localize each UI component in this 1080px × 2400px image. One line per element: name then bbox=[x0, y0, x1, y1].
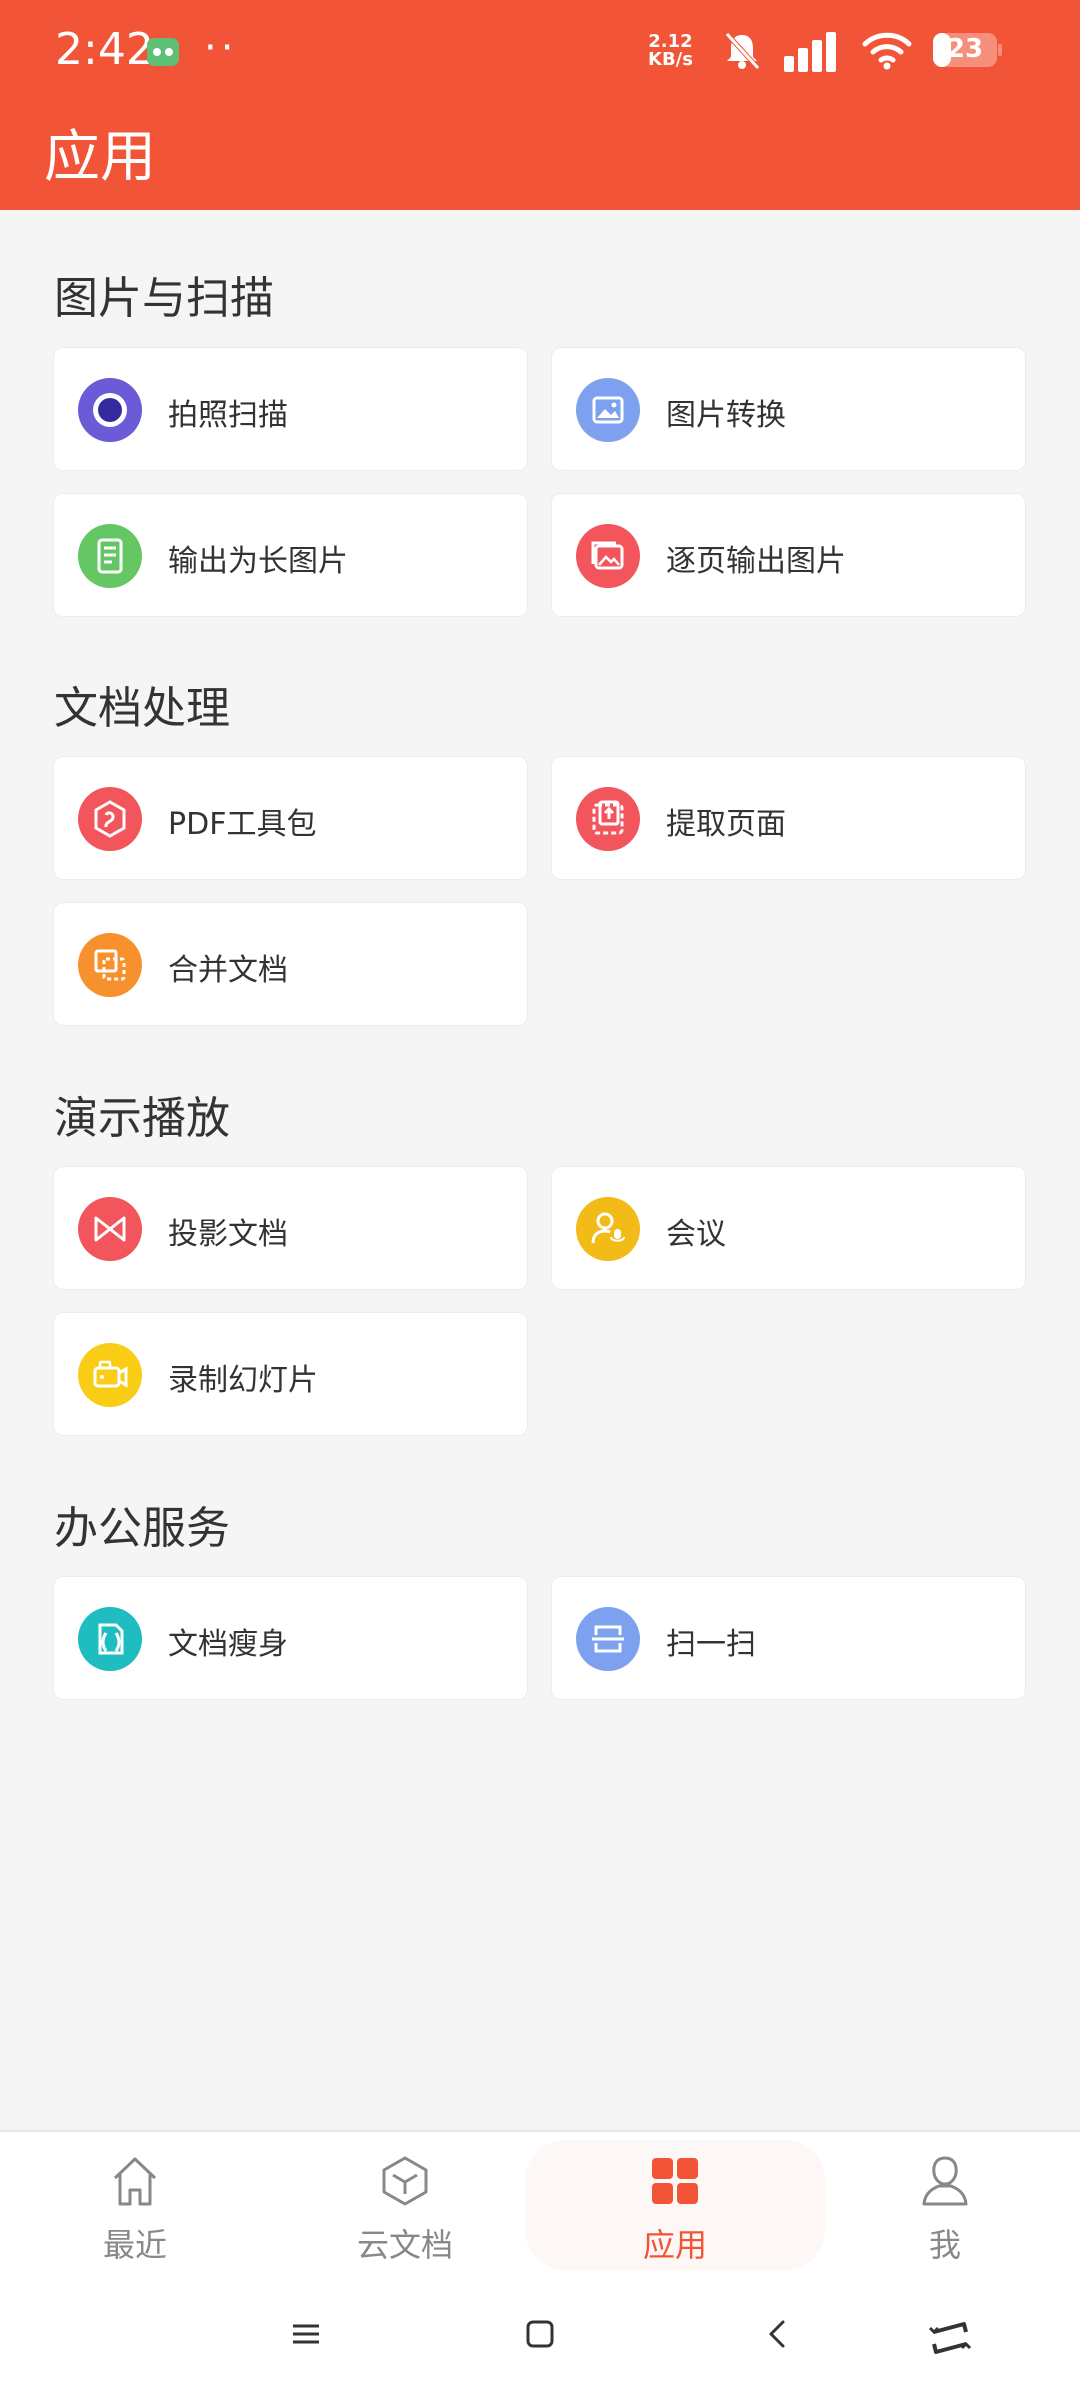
long-image-icon bbox=[78, 524, 142, 588]
app-card-label: 文档瘦身 bbox=[168, 1627, 288, 1662]
app-card-label: PDF工具包 bbox=[168, 807, 317, 842]
projection-icon bbox=[78, 1197, 142, 1261]
rotate-screen-icon[interactable] bbox=[926, 2318, 974, 2358]
section-title-presentation: 演示播放 bbox=[54, 1093, 230, 1144]
bottom-navigation: 最近 云文档 应用 我 bbox=[0, 2130, 1080, 2280]
menu-icon[interactable] bbox=[290, 2318, 322, 2350]
nav-tab-cloud-docs[interactable]: 云文档 bbox=[270, 2132, 540, 2282]
app-card-qr-scan[interactable]: 扫一扫 bbox=[551, 1576, 1026, 1700]
nav-label: 最近 bbox=[102, 2226, 167, 2264]
app-card-pdf-toolkit[interactable]: PDF工具包 bbox=[53, 756, 528, 880]
home-icon bbox=[113, 2157, 157, 2206]
signal-strength-icon bbox=[784, 32, 836, 72]
system-navigation-bar bbox=[0, 2280, 1080, 2400]
app-card-extract-page[interactable]: 提取页面 bbox=[551, 756, 1026, 880]
merge-doc-icon bbox=[78, 933, 142, 997]
nav-label: 我 bbox=[928, 2226, 961, 2264]
network-speed: 2.12 KB/s bbox=[648, 33, 693, 69]
game-controller-icon bbox=[147, 38, 179, 66]
app-card-label: 会议 bbox=[666, 1217, 726, 1252]
app-card-label: 投影文档 bbox=[168, 1217, 288, 1252]
nav-tab-recent[interactable]: 最近 bbox=[0, 2132, 270, 2282]
image-convert-icon bbox=[576, 378, 640, 442]
app-card-meeting[interactable]: 会议 bbox=[551, 1166, 1026, 1290]
qr-scan-icon bbox=[576, 1607, 640, 1671]
app-card-merge-doc[interactable]: 合并文档 bbox=[53, 902, 528, 1026]
network-speed-unit: KB/s bbox=[648, 49, 693, 70]
section-title-office-services: 办公服务 bbox=[54, 1503, 230, 1554]
page-images-icon bbox=[576, 524, 640, 588]
header-bar: 2:42 ·· 2.12 KB/s 23 应用 bbox=[0, 0, 1080, 210]
app-card-label: 扫一扫 bbox=[666, 1627, 756, 1662]
nav-label: 云文档 bbox=[356, 2226, 453, 2264]
battery-level: 23 bbox=[946, 34, 984, 64]
camera-scan-icon bbox=[78, 378, 142, 442]
app-card-page-images[interactable]: 逐页输出图片 bbox=[551, 493, 1026, 617]
app-card-long-image[interactable]: 输出为长图片 bbox=[53, 493, 528, 617]
nav-tab-apps[interactable]: 应用 bbox=[540, 2132, 810, 2282]
meeting-icon bbox=[576, 1197, 640, 1261]
app-card-label: 提取页面 bbox=[666, 807, 786, 842]
page-title: 应用 bbox=[44, 125, 156, 190]
app-card-camera-scan[interactable]: 拍照扫描 bbox=[53, 347, 528, 471]
back-icon[interactable] bbox=[762, 2318, 794, 2350]
home-button-icon[interactable] bbox=[524, 2318, 556, 2350]
app-card-label: 逐页输出图片 bbox=[666, 544, 846, 579]
wifi-icon bbox=[862, 32, 912, 70]
section-title-doc-processing: 文档处理 bbox=[54, 683, 230, 734]
app-card-doc-slim[interactable]: 文档瘦身 bbox=[53, 1576, 528, 1700]
app-card-image-convert[interactable]: 图片转换 bbox=[551, 347, 1026, 471]
doc-slim-icon bbox=[78, 1607, 142, 1671]
extract-page-icon bbox=[576, 787, 640, 851]
app-card-projection[interactable]: 投影文档 bbox=[53, 1166, 528, 1290]
status-more-dots: ·· bbox=[204, 25, 238, 71]
nav-tab-me[interactable]: 我 bbox=[810, 2132, 1080, 2282]
app-card-label: 录制幻灯片 bbox=[168, 1363, 318, 1398]
app-card-label: 拍照扫描 bbox=[168, 398, 288, 433]
pdf-toolkit-icon bbox=[78, 787, 142, 851]
apps-grid-icon bbox=[652, 2158, 698, 2204]
app-card-label: 合并文档 bbox=[168, 953, 288, 988]
app-card-label: 输出为长图片 bbox=[168, 544, 348, 579]
cloud-doc-icon bbox=[382, 2156, 428, 2206]
nav-label: 应用 bbox=[642, 2226, 707, 2264]
status-time: 2:42 bbox=[55, 24, 154, 75]
record-slides-icon bbox=[78, 1343, 142, 1407]
battery-indicator: 23 bbox=[932, 32, 1004, 68]
mute-bell-icon bbox=[725, 32, 760, 70]
apps-content: 图片与扫描 拍照扫描 图片转换 输出为长图片 逐页输出图片 文档处理 PDF工具… bbox=[0, 210, 1080, 2130]
section-title-image-scan: 图片与扫描 bbox=[54, 273, 274, 324]
app-card-label: 图片转换 bbox=[666, 398, 786, 433]
app-card-record-slides[interactable]: 录制幻灯片 bbox=[53, 1312, 528, 1436]
status-bar: 2:42 ·· 2.12 KB/s 23 bbox=[0, 0, 1080, 100]
profile-icon bbox=[922, 2156, 968, 2206]
